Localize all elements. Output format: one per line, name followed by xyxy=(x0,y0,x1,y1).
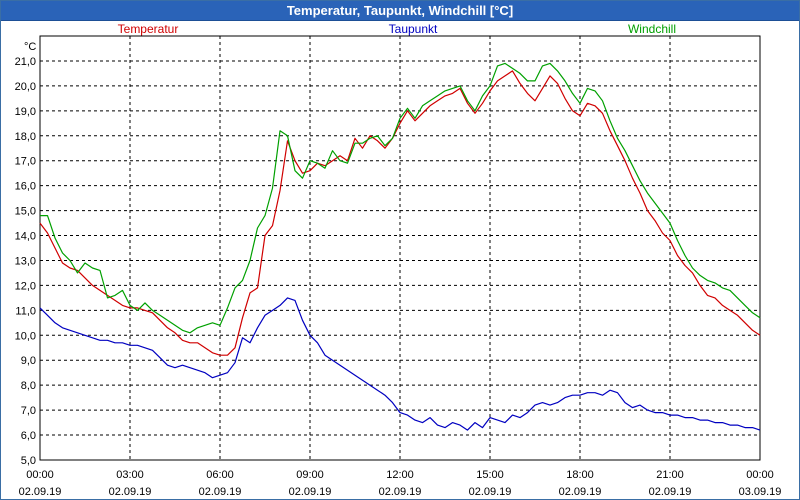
temperature-chart: 5,0 6,0 7,0 8,0 9,0 10,0 11,0 12,0 13,0 14,0 15,0 1… xyxy=(15,22,782,498)
legend-label-taupunkt: Taupunkt xyxy=(389,22,438,36)
x-tick-time: 21:00 xyxy=(656,469,684,481)
y-tick-label: 6,0 xyxy=(21,430,36,442)
y-tick-label: 16,0 xyxy=(15,181,36,193)
legend: Temperatur Taupunkt Windchill xyxy=(118,22,676,36)
x-tick-time: 15:00 xyxy=(476,469,504,481)
x-tick-date: 02.09.19 xyxy=(379,486,422,498)
y-tick-label: 11,0 xyxy=(15,305,36,317)
x-tick-time: 18:00 xyxy=(566,469,594,481)
y-tick-label: 7,0 xyxy=(21,405,36,417)
y-tick-label: 9,0 xyxy=(21,355,36,367)
x-tick-date: 02.09.19 xyxy=(649,486,692,498)
x-tick-date: 02.09.19 xyxy=(469,486,512,498)
x-axis-ticks: 00:00 02.09.19 03:00 02.09.19 06:00 02.09.19 0… xyxy=(19,469,782,498)
x-tick-time: 06:00 xyxy=(206,469,234,481)
y-tick-label: 5,0 xyxy=(21,455,36,467)
y-tick-label: 13,0 xyxy=(15,255,36,267)
y-tick-label: 18,0 xyxy=(15,131,36,143)
y-tick-label: 20,0 xyxy=(15,81,36,93)
y-tick-label: 14,0 xyxy=(15,231,36,243)
y-tick-label: 8,0 xyxy=(21,380,36,392)
x-tick-time: 00:00 xyxy=(26,469,54,481)
x-tick-date: 02.09.19 xyxy=(109,486,152,498)
x-tick-time: 03:00 xyxy=(116,469,144,481)
y-tick-label: 19,0 xyxy=(15,106,36,118)
grid-lines xyxy=(40,36,760,460)
x-tick-time: 09:00 xyxy=(296,469,324,481)
x-tick-date: 03.09.19 xyxy=(739,486,782,498)
legend-label-windchill: Windchill xyxy=(628,22,676,36)
y-tick-label: 15,0 xyxy=(15,206,36,218)
y-tick-label: 10,0 xyxy=(15,330,36,342)
x-tick-time: 12:00 xyxy=(386,469,414,481)
y-tick-label: 12,0 xyxy=(15,280,36,292)
legend-label-temperatur: Temperatur xyxy=(118,22,179,36)
y-axis-unit-label: °C xyxy=(24,41,36,53)
x-tick-date: 02.09.19 xyxy=(289,486,332,498)
x-tick-date: 02.09.19 xyxy=(19,486,62,498)
x-tick-date: 02.09.19 xyxy=(199,486,242,498)
y-tick-label: 21,0 xyxy=(15,56,36,68)
x-tick-date: 02.09.19 xyxy=(559,486,602,498)
y-axis-ticks: 5,0 6,0 7,0 8,0 9,0 10,0 11,0 12,0 13,0 14,0 15,0 1… xyxy=(15,56,36,467)
y-tick-label: 17,0 xyxy=(15,156,36,168)
x-tick-time: 00:00 xyxy=(746,469,774,481)
